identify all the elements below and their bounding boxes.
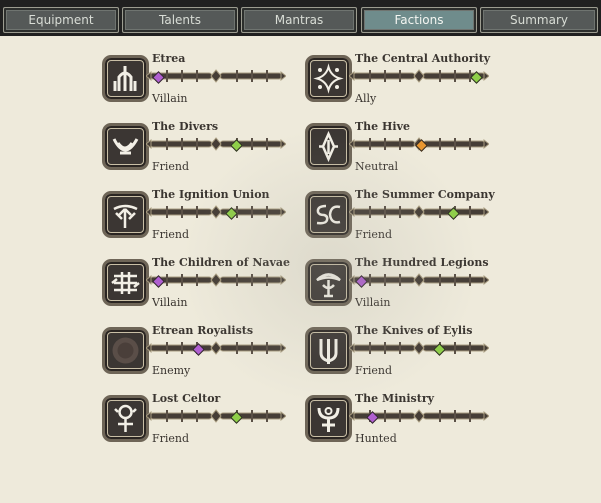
standing-bar [145,272,287,288]
tab-talents[interactable]: Talents [122,7,238,33]
faction-name: Etrea [152,52,186,65]
tab-bar: Equipment Talents Mantras Factions Summa… [0,0,601,36]
standing-bar [348,136,490,152]
faction-name: The Divers [152,120,219,133]
faction-the-ignition-union: The Ignition Union Friend [102,188,292,251]
children-of-navae-emblem-icon [102,259,149,306]
etrea-emblem-icon [102,55,149,102]
standing-bar [348,408,490,424]
tab-mantras[interactable]: Mantras [241,7,357,33]
faction-status: Hunted [355,432,397,445]
tab-equipment[interactable]: Equipment [3,7,119,33]
faction-name: The Hive [355,120,410,133]
tab-factions[interactable]: Factions [361,7,477,33]
faction-name: Etrean Royalists [152,324,254,337]
faction-name: The Ignition Union [152,188,270,201]
hive-emblem-icon [305,123,352,170]
standing-bar [145,204,287,220]
divers-emblem-icon [102,123,149,170]
standing-bar [145,340,287,356]
knives-of-eylis-emblem-icon [305,327,352,374]
faction-status: Friend [152,432,190,445]
standing-bar [348,68,490,84]
standing-bar-graphic [145,409,287,423]
tab-summary[interactable]: Summary [480,7,598,33]
standing-bar-graphic [348,273,490,287]
standing-bar [145,68,287,84]
faction-the-children-of-navae: The Children of Navae Villain [102,256,292,319]
standing-bar-graphic [145,205,287,219]
factions-panel: Etrea Villain The Divers Friend The Igni… [0,36,601,503]
faction-name: The Hundred Legions [355,256,489,269]
faction-name: The Children of Navae [152,256,291,269]
faction-the-central-authority: The Central Authority Ally [305,52,495,115]
faction-name: The Central Authority [355,52,491,65]
faction-status: Villain [152,92,188,105]
standing-bar-graphic [145,69,287,83]
faction-etrean-royalists: Etrean Royalists Enemy [102,324,292,387]
standing-bar [145,408,287,424]
standing-bar-graphic [145,273,287,287]
faction-the-summer-company: The Summer Company Friend [305,188,495,251]
standing-bar-graphic [348,205,490,219]
faction-the-knives-of-eylis: The Knives of Eylis Friend [305,324,495,387]
hundred-legions-emblem-icon [305,259,352,306]
faction-the-divers: The Divers Friend [102,120,292,183]
faction-name: Lost Celtor [152,392,221,405]
standing-bar-graphic [348,341,490,355]
faction-status: Friend [355,228,393,241]
faction-status: Friend [152,160,190,173]
faction-the-ministry: The Ministry Hunted [305,392,495,455]
standing-bar [348,204,490,220]
faction-the-hive: The Hive Neutral [305,120,495,183]
standing-bar [348,272,490,288]
faction-status: Friend [152,228,190,241]
faction-name: The Summer Company [355,188,495,201]
faction-etrea: Etrea Villain [102,52,292,115]
standing-bar-graphic [145,137,287,151]
faction-status: Ally [355,92,377,105]
ministry-emblem-icon [305,395,352,442]
standing-bar [145,136,287,152]
ignition-union-emblem-icon [102,191,149,238]
lost-celtor-emblem-icon [102,395,149,442]
faction-status: Neutral [355,160,398,173]
faction-the-hundred-legions: The Hundred Legions Villain [305,256,495,319]
faction-lost-celtor: Lost Celtor Friend [102,392,292,455]
standing-bar-graphic [145,341,287,355]
faction-status: Friend [355,364,393,377]
faction-status: Villain [152,296,188,309]
faction-status: Villain [355,296,391,309]
standing-bar [348,340,490,356]
etrean-royalists-emblem-icon [102,327,149,374]
faction-name: The Knives of Eylis [355,324,473,337]
summer-company-emblem-icon [305,191,352,238]
faction-status: Enemy [152,364,191,377]
faction-name: The Ministry [355,392,435,405]
standing-bar-graphic [348,69,490,83]
central-authority-emblem-icon [305,55,352,102]
